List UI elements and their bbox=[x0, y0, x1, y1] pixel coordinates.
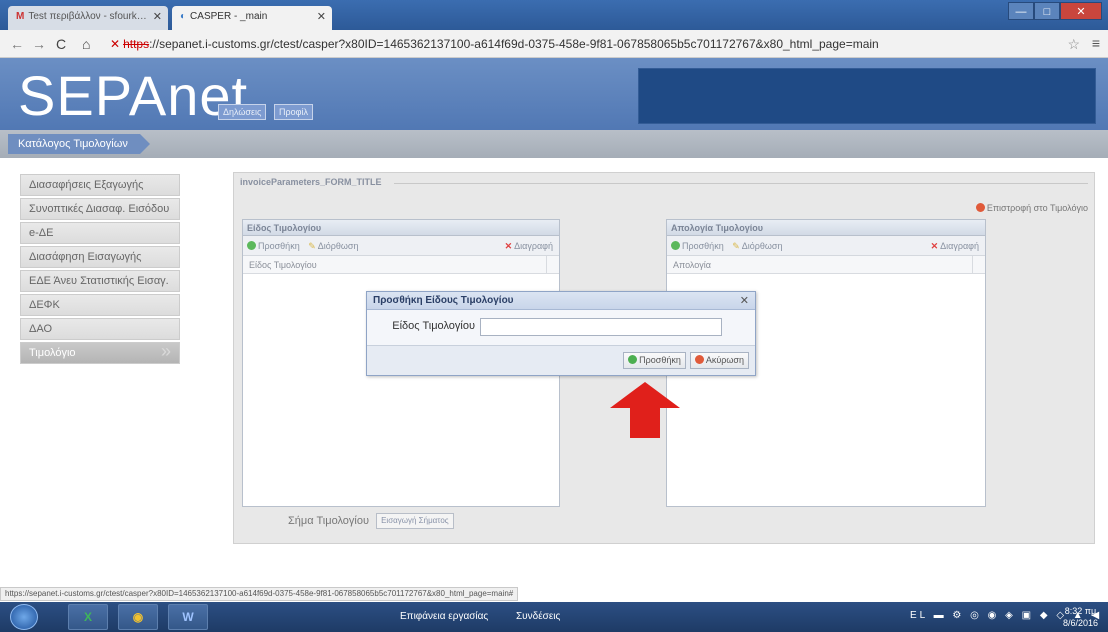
title-divider bbox=[394, 183, 1088, 184]
delete-icon: ✕ bbox=[930, 241, 939, 251]
delete-invoice-type-button[interactable]: ✕ Διαγραφή bbox=[505, 236, 553, 256]
links-toolbar[interactable]: Συνδέσεις bbox=[516, 611, 560, 622]
back-icon bbox=[975, 203, 985, 212]
cancel-button-label: Ακύρωση bbox=[705, 355, 744, 365]
gmail-icon: M bbox=[16, 11, 25, 22]
dialog-actions: Προσθήκη Ακύρωση bbox=[619, 352, 749, 369]
header-info-panel bbox=[638, 68, 1096, 124]
start-button[interactable] bbox=[10, 604, 38, 630]
sidebar: Διασαφήσεις Εξαγωγής Συνοπτικές Διασαφ. … bbox=[20, 174, 180, 366]
delete-label: Διαγραφή bbox=[940, 241, 979, 251]
sidebar-item-defk[interactable]: ΔΕΦΚ bbox=[20, 294, 180, 316]
add-icon bbox=[671, 241, 680, 250]
sepanet-logo: SEPAnet bbox=[18, 64, 249, 127]
add-button-label: Προσθήκη bbox=[639, 355, 681, 365]
chrome-taskbar-icon[interactable]: ◉ bbox=[118, 604, 158, 630]
minimize-button[interactable]: — bbox=[1008, 2, 1034, 20]
maximize-button[interactable]: □ bbox=[1034, 2, 1060, 20]
form-title: invoiceParameters_FORM_TITLE bbox=[240, 177, 382, 187]
insert-stamp-button[interactable]: Εισαγωγή Σήματος bbox=[376, 513, 454, 529]
status-bar-url: https://sepanet.i-customs.gr/ctest/caspe… bbox=[0, 587, 519, 601]
tab-close-icon[interactable]: ✕ bbox=[153, 10, 162, 23]
app-header: SEPAnet Δηλώσεις Προφίλ bbox=[0, 58, 1108, 130]
edit-reason-button[interactable]: ✎ Διόρθωση bbox=[732, 241, 782, 251]
add-label: Προσθήκη bbox=[682, 241, 724, 251]
delete-label: Διαγραφή bbox=[514, 241, 553, 251]
invoice-type-label: Είδος Τιμολογίου bbox=[392, 320, 475, 332]
add-invoice-type-button[interactable]: Προσθήκη bbox=[247, 241, 300, 251]
close-window-button[interactable]: ✕ bbox=[1060, 2, 1102, 20]
add-icon bbox=[628, 355, 638, 364]
url-field[interactable]: ✕ https://sepanet.i-customs.gr/ctest/casp… bbox=[110, 34, 1070, 54]
taskbar-clock[interactable]: 8:32 πμ 8/6/2016 bbox=[1063, 605, 1098, 629]
dialog-close-icon[interactable]: ✕ bbox=[740, 292, 749, 310]
breadcrumb-item-invoices[interactable]: Κατάλογος Τιμολογίων bbox=[8, 134, 150, 154]
sidebar-item-ede-no-stats[interactable]: ΕΔΕ Άνευ Στατιστικής Εισαγ. bbox=[20, 270, 180, 292]
column-header-reason[interactable]: Απολογία bbox=[667, 256, 985, 274]
edit-label: Διόρθωση bbox=[741, 241, 783, 251]
stamp-label: Σήμα Τιμολογίου bbox=[288, 514, 370, 527]
add-invoice-type-dialog: Προσθήκη Είδους Τιμολογίου ✕ Είδος Τιμολ… bbox=[366, 291, 756, 376]
browser-tabbar: M Test περιβάλλον - sfourk… ✕ ◐ CASPER - _… bbox=[0, 0, 1108, 30]
add-reason-button[interactable]: Προσθήκη bbox=[671, 241, 724, 251]
delete-icon: ✕ bbox=[504, 241, 513, 251]
tab-label: Test περιβάλλον - sfourk… bbox=[28, 11, 147, 22]
excel-taskbar-icon[interactable]: X bbox=[68, 604, 108, 630]
bookmark-star-icon[interactable]: ☆ bbox=[1067, 36, 1080, 53]
tab-close-icon[interactable]: ✕ bbox=[317, 10, 326, 23]
browser-tab-casper[interactable]: ◐ CASPER - _main ✕ bbox=[172, 6, 332, 30]
panel-toolbar: Προσθήκη ✎ Διόρθωση ✕ Διαγραφή bbox=[667, 236, 985, 256]
browser-menu-icon[interactable]: ≡ bbox=[1092, 35, 1100, 51]
desktop-toolbar[interactable]: Επιφάνεια εργασίας bbox=[400, 611, 488, 622]
window-controls: — □ ✕ bbox=[1008, 2, 1102, 20]
sidebar-item-import-declaration[interactable]: Διασάφηση Εισαγωγής bbox=[20, 246, 180, 268]
tab-label: CASPER - _main bbox=[190, 11, 268, 22]
add-label: Προσθήκη bbox=[258, 241, 300, 251]
panel-title: Απολογία Τιμολογίου bbox=[667, 220, 985, 236]
url-scheme: https bbox=[123, 37, 150, 51]
edit-invoice-type-button[interactable]: ✎ Διόρθωση bbox=[308, 241, 358, 251]
dialog-body: Είδος Τιμολογίου bbox=[367, 310, 755, 346]
url-rest: ://sepanet.i-customs.gr/ctest/casper?x80… bbox=[149, 37, 879, 51]
pencil-icon: ✎ bbox=[732, 241, 740, 251]
address-bar: ← → C ⌂ ✕ https://sepanet.i-customs.gr/ct… bbox=[0, 30, 1108, 58]
back-link-label: Επιστροφή στο Τιμολόγιο bbox=[986, 203, 1088, 213]
forward-arrow-icon[interactable]: → bbox=[32, 36, 46, 52]
sidebar-item-e-de[interactable]: e-ΔΕ bbox=[20, 222, 180, 244]
dialog-title-bar: Προσθήκη Είδους Τιμολογίου ✕ bbox=[367, 292, 755, 310]
dialog-title: Προσθήκη Είδους Τιμολογίου bbox=[373, 295, 514, 306]
delete-reason-button[interactable]: ✕ Διαγραφή bbox=[931, 236, 979, 256]
panel-toolbar: Προσθήκη ✎ Διόρθωση ✕ Διαγραφή bbox=[243, 236, 559, 256]
invoice-type-input[interactable] bbox=[480, 318, 722, 336]
reload-icon[interactable]: C bbox=[56, 36, 66, 52]
insecure-lock-icon: ✕ bbox=[110, 37, 121, 51]
add-icon bbox=[247, 241, 256, 250]
breadcrumb: Κατάλογος Τιμολογίων bbox=[0, 130, 1108, 158]
edit-label: Διόρθωση bbox=[317, 241, 359, 251]
windows-taskbar: X ◉ W Επιφάνεια εργασίας Συνδέσεις EL ▬ … bbox=[0, 602, 1108, 632]
dialog-add-button[interactable]: Προσθήκη bbox=[623, 352, 686, 369]
column-header-invoice-type[interactable]: Είδος Τιμολογίου bbox=[243, 256, 559, 274]
red-arrow-annotation bbox=[610, 382, 680, 438]
browser-tab-gmail[interactable]: M Test περιβάλλον - sfourk… ✕ bbox=[8, 6, 168, 30]
clock-date: 8/6/2016 bbox=[1062, 618, 1098, 628]
profile-button[interactable]: Προφίλ bbox=[274, 104, 313, 120]
sidebar-item-dao[interactable]: ΔΑΟ bbox=[20, 318, 180, 340]
panel-title: Είδος Τιμολογίου bbox=[243, 220, 559, 236]
cancel-icon bbox=[694, 355, 704, 364]
sidebar-item-invoice[interactable]: Τιμολόγιο bbox=[20, 342, 180, 364]
casper-icon: ◐ bbox=[180, 11, 187, 22]
back-to-invoice-link[interactable]: Επιστροφή στο Τιμολόγιο bbox=[975, 203, 1088, 213]
clock-time: 8:32 πμ bbox=[1064, 606, 1097, 616]
pencil-icon: ✎ bbox=[308, 241, 316, 251]
word-taskbar-icon[interactable]: W bbox=[168, 604, 208, 630]
stamp-row: Σήμα Τιμολογίου Εισαγωγή Σήματος bbox=[288, 513, 454, 529]
home-icon[interactable]: ⌂ bbox=[82, 36, 90, 52]
declarations-button[interactable]: Δηλώσεις bbox=[218, 104, 267, 120]
dialog-cancel-button[interactable]: Ακύρωση bbox=[689, 352, 749, 369]
back-arrow-icon[interactable]: ← bbox=[10, 36, 24, 52]
sidebar-item-export-declarations[interactable]: Διασαφήσεις Εξαγωγής bbox=[20, 174, 180, 196]
sidebar-item-entry-summary[interactable]: Συνοπτικές Διασαφ. Εισόδου bbox=[20, 198, 180, 220]
